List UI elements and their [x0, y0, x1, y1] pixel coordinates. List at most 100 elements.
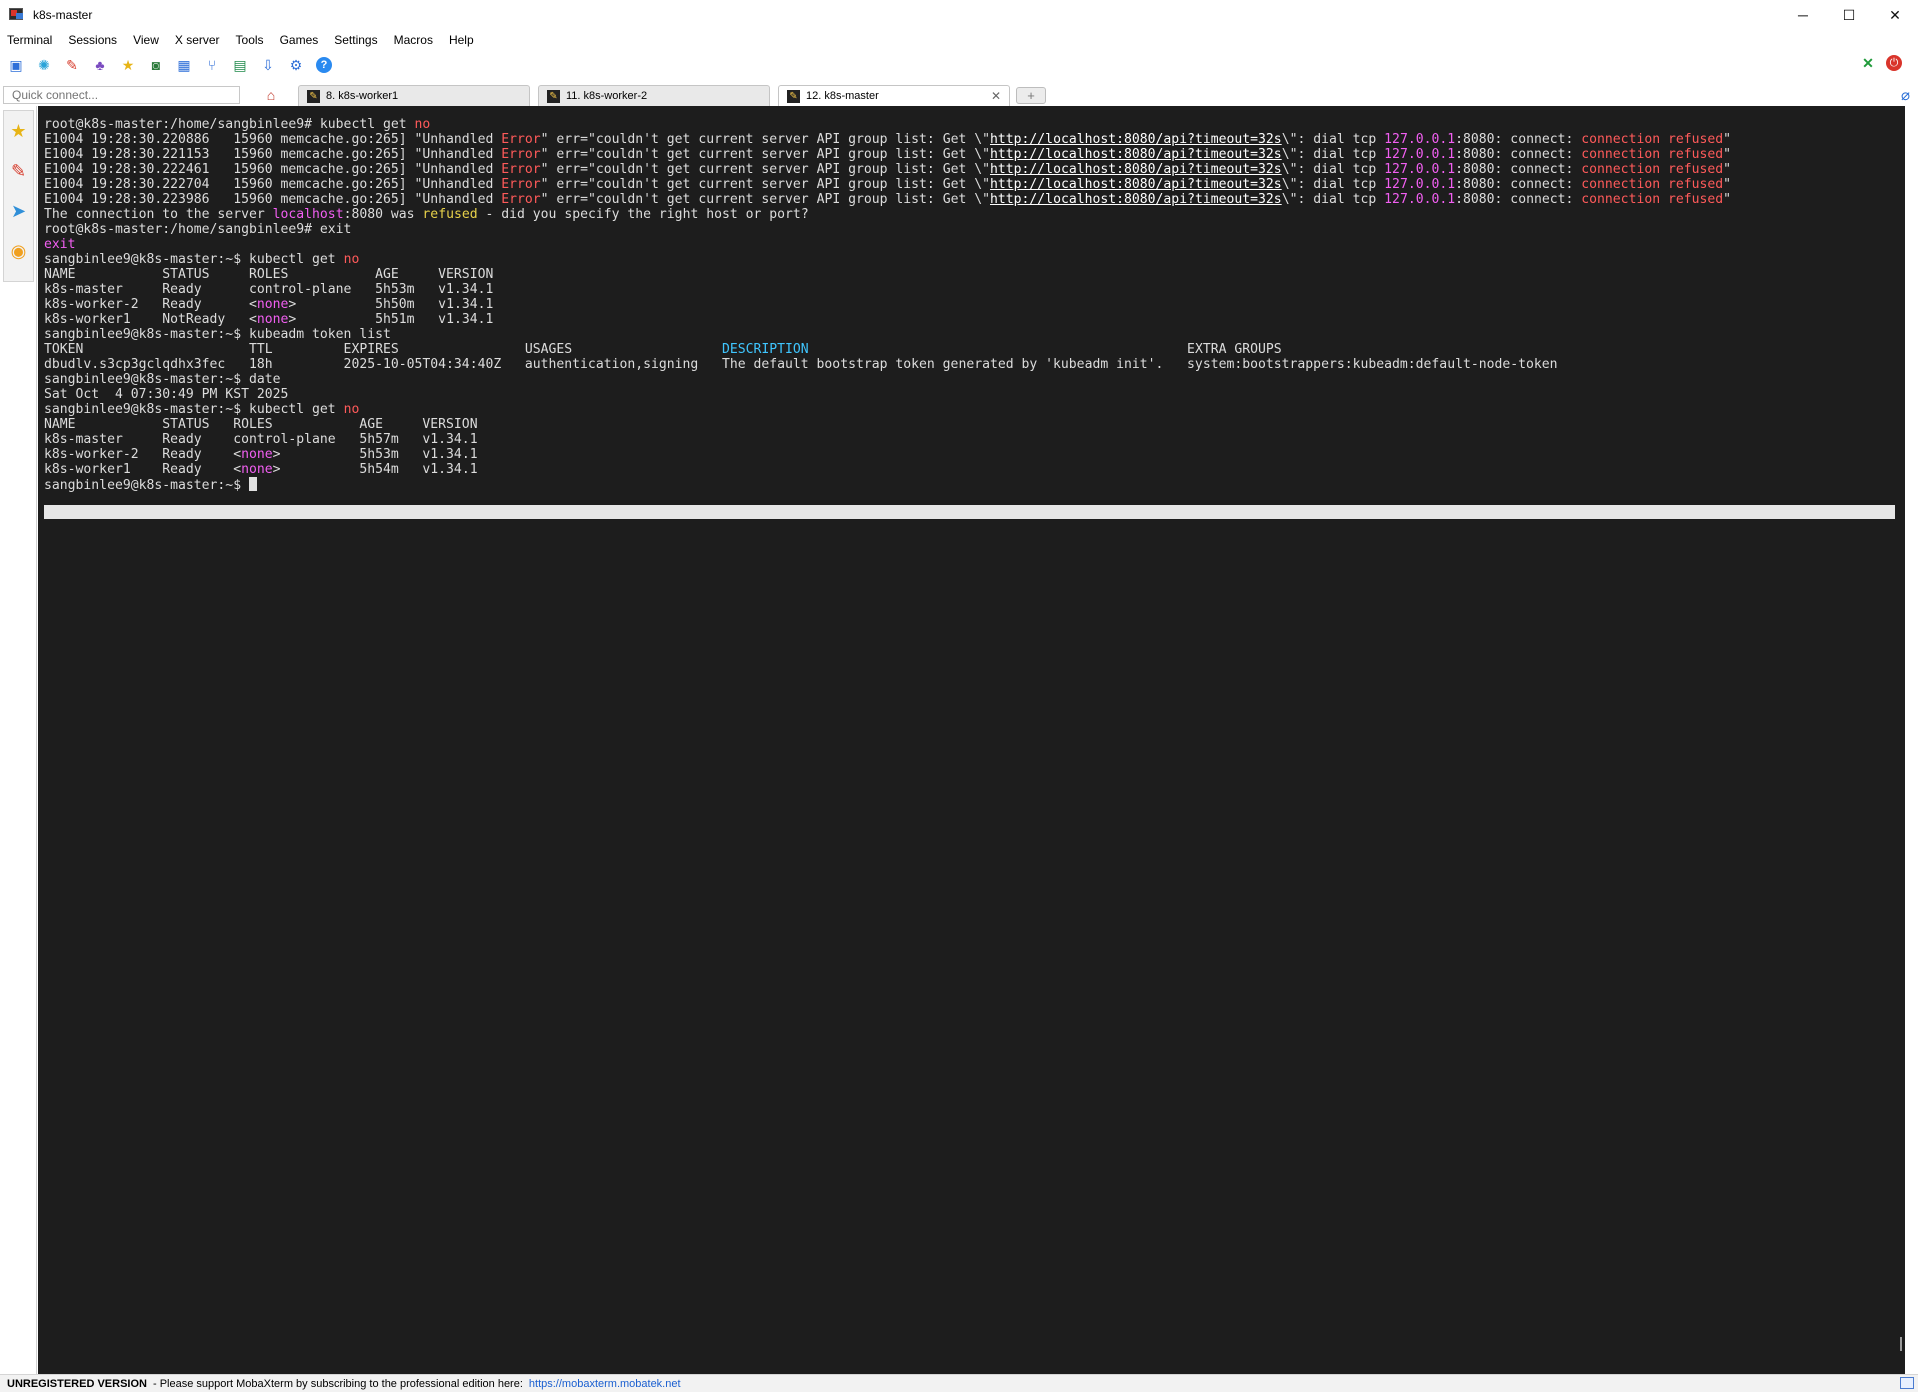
exit-icon[interactable]: ⏻ — [1886, 55, 1902, 71]
terminal-text: " err="couldn't get current server API g… — [540, 177, 990, 192]
tunneling-icon[interactable]: ▤ — [232, 57, 248, 73]
menu-tools[interactable]: Tools — [236, 33, 264, 47]
packages-icon[interactable]: ⇩ — [260, 57, 276, 73]
terminal-line: Sat Oct 4 07:30:49 PM KST 2025 — [44, 387, 1905, 402]
menu-view[interactable]: View — [133, 33, 159, 47]
terminal-text: \": dial tcp — [1281, 147, 1385, 162]
session-icon[interactable]: ▣ — [8, 57, 24, 73]
tab-close-icon[interactable]: ✕ — [991, 89, 1001, 103]
tab-row: ⌂ ✎ 8. k8s-worker1 ✎ 11. k8s-worker-2 ✎ … — [0, 84, 1918, 106]
terminal-url[interactable]: http://localhost:8080/api?timeout=32s — [990, 177, 1282, 192]
terminal-text: k8s-master Ready control-plane 5h57m v1.… — [44, 432, 478, 447]
terminal-url[interactable]: http://localhost:8080/api?timeout=32s — [990, 192, 1282, 207]
menu-macros[interactable]: Macros — [394, 33, 433, 47]
terminal-line: The connection to the server localhost:8… — [44, 207, 1905, 222]
macros-icon[interactable]: ◉ — [4, 231, 33, 271]
tab-k8s-worker1[interactable]: ✎ 8. k8s-worker1 — [298, 85, 530, 106]
terminal-line: TOKEN TTL EXPIRES USAGES DESCRIPTION EXT… — [44, 342, 1905, 357]
terminal-line: k8s-worker-2 Ready <none> 5h50m v1.34.1 — [44, 297, 1905, 312]
terminal-highlight-bar — [44, 505, 1895, 519]
menu-terminal[interactable]: Terminal — [7, 33, 52, 47]
tools-icon[interactable]: ✎ — [64, 57, 80, 73]
terminal-text: :8080: connect: — [1455, 132, 1582, 147]
terminal-text: " — [1723, 192, 1732, 207]
terminal-text: 127.0.0.1 — [1384, 162, 1456, 177]
left-sidebar: ★ ✎ ➤ ◉ — [0, 106, 37, 1374]
terminal-text: sangbinlee9@k8s-master:~$ kubectl get — [44, 402, 344, 417]
multiexec-icon[interactable]: ⑂ — [204, 57, 220, 73]
terminal-line: exit — [44, 237, 1905, 252]
menu-x-server[interactable]: X server — [175, 33, 220, 47]
title-bar: k8s-master ─ ☐ ✕ — [0, 0, 1918, 30]
terminal-scroll-marker[interactable] — [1900, 1337, 1902, 1351]
servers-icon[interactable]: ✺ — [36, 57, 52, 73]
terminal-url[interactable]: http://localhost:8080/api?timeout=32s — [990, 162, 1282, 177]
terminal-text: sangbinlee9@k8s-master:~$ date — [44, 372, 281, 387]
mobaxterm-link[interactable]: https://mobaxterm.mobatek.net — [529, 1378, 681, 1390]
terminal-text: :8080: connect: — [1455, 162, 1582, 177]
terminal-cursor — [248, 477, 257, 491]
menu-games[interactable]: Games — [280, 33, 319, 47]
terminal-text: no — [343, 252, 360, 267]
sidebar-tabs: ★ ✎ ➤ ◉ — [3, 110, 34, 282]
menu-help[interactable]: Help — [449, 33, 474, 47]
send-icon[interactable]: ➤ — [4, 191, 33, 231]
terminal-tab-icon: ✎ — [307, 89, 320, 103]
terminal-text: 127.0.0.1 — [1384, 192, 1456, 207]
new-tab-button[interactable]: + — [1016, 87, 1046, 104]
terminal-line: E1004 19:28:30.222704 15960 memcache.go:… — [44, 177, 1905, 192]
tab-label: 8. k8s-worker1 — [326, 90, 399, 102]
terminal-text: none — [241, 447, 273, 462]
terminal-text: :8080: connect: — [1455, 192, 1582, 207]
terminal-text: dbudlv.s3cp3gclqdhx3fec 18h 2025-10-05T0… — [44, 357, 1558, 372]
terminal-text: k8s-worker-2 Ready < — [44, 447, 242, 462]
split-icon[interactable]: ▦ — [176, 57, 192, 73]
terminal-text: no — [343, 402, 360, 417]
terminal-text: > 5h54m v1.34.1 — [272, 462, 478, 477]
maximize-button[interactable]: ☐ — [1826, 0, 1872, 30]
terminal-text: Error — [501, 162, 541, 177]
terminal-text: " err="couldn't get current server API g… — [540, 132, 990, 147]
sessions-icon[interactable]: ★ — [120, 57, 136, 73]
paperclip-icon[interactable]: ⌀ — [1901, 86, 1910, 104]
terminal-url[interactable]: http://localhost:8080/api?timeout=32s — [990, 147, 1282, 162]
terminal-line: k8s-master Ready control-plane 5h53m v1.… — [44, 282, 1905, 297]
terminal-text: E1004 19:28:30.222461 15960 memcache.go:… — [44, 162, 502, 177]
terminal-text: TOKEN TTL EXPIRES USAGES — [44, 342, 722, 357]
terminal-text: Error — [501, 132, 541, 147]
toolbar-right: ✕ ⏻ — [1860, 55, 1912, 71]
terminal-text: :8080 was — [343, 207, 423, 222]
terminal-text: Error — [501, 177, 541, 192]
terminal-text: localhost — [272, 207, 344, 222]
settings-icon[interactable]: ⚙ — [288, 57, 304, 73]
sessions-star-icon[interactable]: ★ — [4, 111, 33, 151]
terminal-text: > 5h51m v1.34.1 — [288, 312, 494, 327]
terminal-line: sangbinlee9@k8s-master:~$ — [44, 477, 1905, 493]
menu-sessions[interactable]: Sessions — [68, 33, 117, 47]
help-icon[interactable]: ? — [316, 57, 332, 73]
terminal-text: Error — [501, 147, 541, 162]
menu-settings[interactable]: Settings — [334, 33, 377, 47]
tab-label: 11. k8s-worker-2 — [566, 90, 648, 102]
terminal-text: root@k8s-master:/home/sangbinlee9# kubec… — [44, 117, 415, 132]
xserver-icon[interactable]: ✕ — [1860, 55, 1876, 71]
view-icon[interactable]: ◙ — [148, 57, 164, 73]
terminal-text: no — [414, 117, 431, 132]
games-icon[interactable]: ♣ — [92, 57, 108, 73]
right-scroll-area — [1905, 106, 1918, 1374]
window-controls: ─ ☐ ✕ — [1780, 0, 1918, 30]
terminal-line: NAME STATUS ROLES AGE VERSION — [44, 417, 1905, 432]
tab-k8s-master[interactable]: ✎ 12. k8s-master ✕ — [778, 85, 1010, 106]
tab-k8s-worker-2[interactable]: ✎ 11. k8s-worker-2 — [538, 85, 770, 106]
close-button[interactable]: ✕ — [1872, 0, 1918, 30]
terminal-text: " err="couldn't get current server API g… — [540, 147, 990, 162]
terminal-line: sangbinlee9@k8s-master:~$ kubectl get no — [44, 252, 1905, 267]
quick-connect-input[interactable] — [3, 86, 240, 104]
minimize-button[interactable]: ─ — [1780, 0, 1826, 30]
window-title: k8s-master — [33, 8, 93, 22]
terminal-url[interactable]: http://localhost:8080/api?timeout=32s — [990, 132, 1282, 147]
tools-icon[interactable]: ✎ — [4, 151, 33, 191]
terminal-output[interactable]: root@k8s-master:/home/sangbinlee9# kubec… — [38, 106, 1905, 1374]
home-tab-icon[interactable]: ⌂ — [258, 85, 284, 105]
terminal-text: EXTRA GROUPS — [808, 342, 1282, 357]
